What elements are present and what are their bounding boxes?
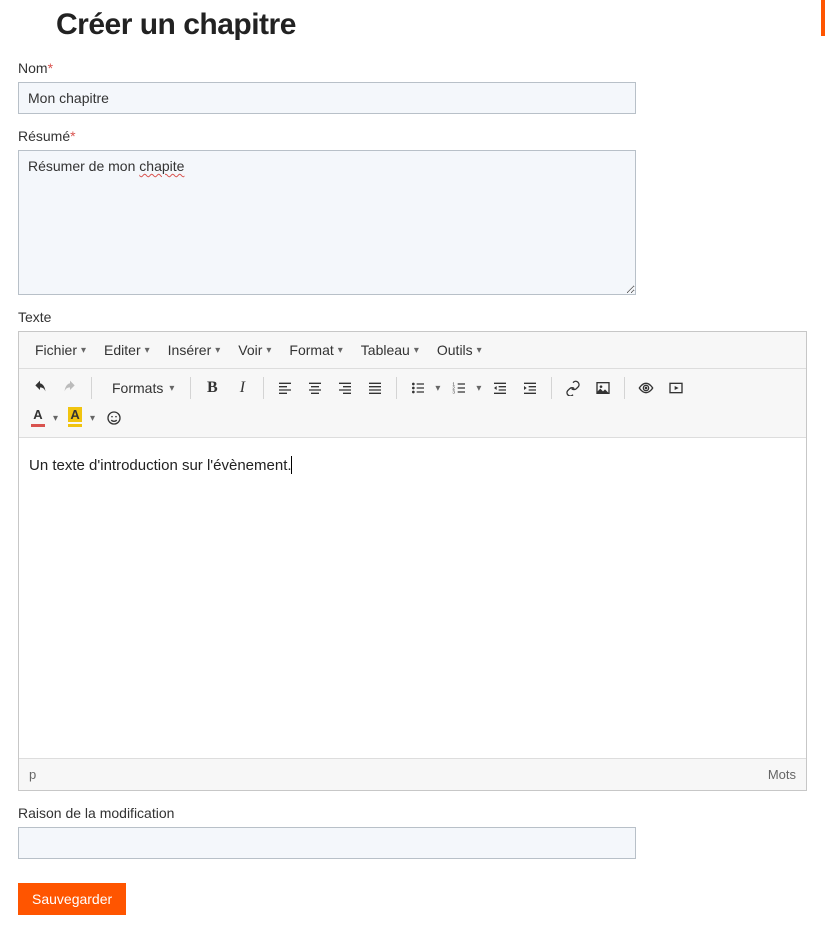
name-label: Nom* bbox=[18, 60, 807, 76]
separator bbox=[91, 377, 92, 399]
menu-table[interactable]: Tableau▾ bbox=[353, 336, 427, 364]
italic-button[interactable]: I bbox=[227, 373, 257, 403]
formats-dropdown[interactable]: Formats▾ bbox=[98, 373, 184, 403]
page-title: Créer un chapitre bbox=[56, 8, 807, 42]
reason-input[interactable] bbox=[18, 827, 636, 859]
emoji-button[interactable] bbox=[99, 403, 129, 433]
bold-button[interactable]: B bbox=[197, 373, 227, 403]
menu-edit[interactable]: Editer▾ bbox=[96, 336, 158, 364]
separator bbox=[190, 377, 191, 399]
align-justify-button[interactable] bbox=[360, 373, 390, 403]
align-left-button[interactable] bbox=[270, 373, 300, 403]
indent-button[interactable] bbox=[515, 373, 545, 403]
editor-toolbar: Formats▾ B I ▾ 123 ▾ bbox=[19, 369, 806, 438]
editor-menubar: Fichier▾ Editer▾ Insérer▾ Voir▾ Format▾ … bbox=[19, 332, 806, 369]
menu-file[interactable]: Fichier▾ bbox=[27, 336, 94, 364]
undo-button[interactable] bbox=[25, 373, 55, 403]
menu-view[interactable]: Voir▾ bbox=[230, 336, 279, 364]
summary-label: Résumé* bbox=[18, 128, 807, 144]
menu-insert[interactable]: Insérer▾ bbox=[160, 336, 229, 364]
reason-field-wrap: Raison de la modification bbox=[18, 805, 807, 859]
media-button[interactable] bbox=[661, 373, 691, 403]
summary-field-wrap: Résumé* Résumer de mon chapite bbox=[18, 128, 807, 295]
preview-button[interactable] bbox=[631, 373, 661, 403]
separator bbox=[624, 377, 625, 399]
link-button[interactable] bbox=[558, 373, 588, 403]
text-color-dropdown[interactable]: ▾ bbox=[53, 413, 58, 424]
redo-button[interactable] bbox=[55, 373, 85, 403]
save-button[interactable]: Sauvegarder bbox=[18, 883, 126, 915]
text-field-wrap: Texte Fichier▾ Editer▾ Insérer▾ Voir▾ Fo… bbox=[18, 309, 807, 791]
number-list-dropdown[interactable]: ▾ bbox=[476, 383, 481, 394]
bg-color-dropdown[interactable]: ▾ bbox=[90, 413, 95, 424]
name-input[interactable] bbox=[18, 82, 636, 114]
text-label: Texte bbox=[18, 309, 807, 325]
rich-text-editor: Fichier▾ Editer▾ Insérer▾ Voir▾ Format▾ … bbox=[18, 331, 807, 791]
status-wordcount: Mots bbox=[768, 767, 796, 782]
menu-format[interactable]: Format▾ bbox=[281, 336, 350, 364]
text-color-button[interactable]: A bbox=[25, 403, 51, 433]
menu-tools[interactable]: Outils▾ bbox=[429, 336, 490, 364]
status-path[interactable]: p bbox=[29, 767, 36, 782]
outdent-button[interactable] bbox=[485, 373, 515, 403]
reason-label: Raison de la modification bbox=[18, 805, 807, 821]
align-right-button[interactable] bbox=[330, 373, 360, 403]
bullet-list-dropdown[interactable]: ▾ bbox=[435, 383, 440, 394]
align-center-button[interactable] bbox=[300, 373, 330, 403]
number-list-button[interactable]: 123 bbox=[444, 373, 474, 403]
summary-textarea[interactable]: Résumer de mon chapite bbox=[18, 150, 636, 295]
name-field-wrap: Nom* bbox=[18, 60, 807, 114]
separator bbox=[263, 377, 264, 399]
accent-edge bbox=[821, 0, 825, 36]
bullet-list-button[interactable] bbox=[403, 373, 433, 403]
image-button[interactable] bbox=[588, 373, 618, 403]
bg-color-button[interactable]: A bbox=[62, 403, 88, 433]
editor-statusbar: p Mots bbox=[19, 758, 806, 790]
separator bbox=[551, 377, 552, 399]
editor-content-area[interactable]: Un texte d'introduction sur l'évènement. bbox=[19, 438, 806, 758]
separator bbox=[396, 377, 397, 399]
svg-text:3: 3 bbox=[453, 389, 456, 394]
